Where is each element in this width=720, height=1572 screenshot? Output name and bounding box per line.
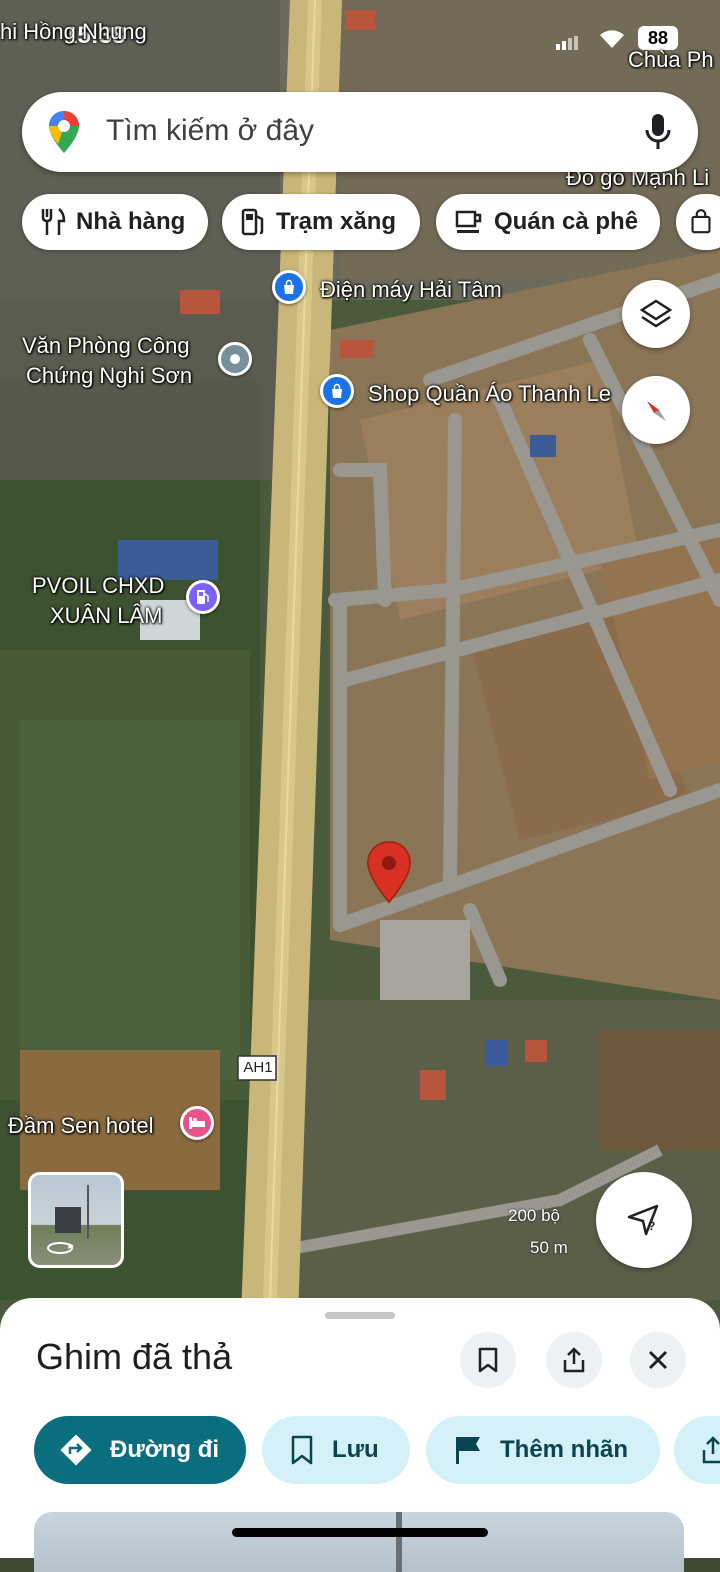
gas-station-poi-icon[interactable] [186, 580, 220, 614]
svg-text:?: ? [648, 1219, 655, 1233]
chip-gas-stations[interactable]: Trạm xăng [222, 194, 420, 250]
place-photo[interactable] [34, 1512, 684, 1572]
sheet-title: Ghim đã thả [36, 1336, 233, 1377]
search-input[interactable]: Tìm kiếm ở đây [106, 114, 314, 148]
sheet-drag-handle[interactable] [325, 1312, 395, 1319]
fork-knife-icon [41, 208, 66, 235]
search-bar[interactable]: Tìm kiếm ở đây [22, 92, 698, 172]
home-indicator [232, 1528, 488, 1537]
dropped-pin-icon[interactable] [366, 840, 412, 911]
share-action-icon [702, 1436, 720, 1464]
rotate-360-icon [45, 1241, 75, 1260]
directions-label: Đường đi [110, 1436, 220, 1463]
layers-button[interactable] [622, 280, 690, 348]
google-maps-logo-icon [48, 110, 80, 159]
chip-coffee[interactable]: Quán cà phê [436, 194, 660, 250]
share-button[interactable] [546, 1332, 602, 1388]
save-bookmark-icon [291, 1435, 313, 1465]
coffee-cup-icon [455, 210, 482, 233]
share-action-button[interactable] [674, 1416, 720, 1484]
share-icon [563, 1347, 585, 1373]
map-label-van-phong-1[interactable]: Văn Phòng Công [22, 332, 190, 360]
navigation-arrow-icon: ? [627, 1204, 659, 1236]
shopping-bag-icon [691, 209, 711, 234]
close-button[interactable] [630, 1332, 686, 1388]
bookmark-button[interactable] [460, 1332, 516, 1388]
compass-button[interactable] [622, 376, 690, 444]
map-label-pvoil-1[interactable]: PVOIL CHXD [32, 572, 164, 600]
gas-pump-icon [241, 208, 264, 236]
signal-icon [556, 36, 578, 55]
map-label-pvoil-2[interactable]: XUÂN LÂM [50, 602, 162, 630]
road-shield-label: AH1 [243, 1059, 273, 1076]
add-label-label: Thêm nhãn [500, 1436, 629, 1463]
shopping-poi-icon[interactable] [272, 270, 306, 304]
directions-icon [60, 1434, 92, 1466]
chip-restaurants[interactable]: Nhà hàng [22, 194, 208, 250]
save-button[interactable]: Lưu [262, 1416, 410, 1484]
scale-m: 50 m [530, 1238, 568, 1257]
map-label-top-right[interactable]: Chùa Ph [628, 46, 714, 74]
office-poi-icon[interactable] [218, 342, 252, 376]
close-icon [648, 1350, 668, 1370]
layers-icon [639, 299, 673, 328]
map-label-dien-may[interactable]: Điện máy Hải Tâm [320, 276, 502, 304]
shop-poi-icon[interactable] [320, 374, 354, 408]
chip-coffee-label: Quán cà phê [494, 208, 639, 235]
chip-restaurants-label: Nhà hàng [76, 208, 186, 235]
wifi-icon [598, 28, 626, 55]
flag-icon [456, 1437, 480, 1464]
map-label-van-phong-2[interactable]: Chứng Nghi Sơn [26, 362, 192, 390]
microphone-icon[interactable] [644, 112, 672, 157]
hotel-poi-icon[interactable] [180, 1106, 214, 1140]
battery-level: 88 [647, 28, 669, 48]
bookmark-icon [478, 1347, 498, 1373]
compass-icon [647, 401, 666, 421]
street-view-thumbnail[interactable] [28, 1172, 124, 1268]
map-label-hotel[interactable]: Đầm Sen hotel [8, 1112, 154, 1140]
chip-gas-stations-label: Trạm xăng [276, 208, 397, 235]
directions-button[interactable]: Đường đi [34, 1416, 246, 1484]
place-bottom-sheet[interactable]: Ghim đã thả Đường đi Lưu Thêm nhãn [0, 1298, 720, 1572]
add-label-button[interactable]: Thêm nhãn [426, 1416, 660, 1484]
scale-ft: 200 bộ [508, 1206, 560, 1225]
my-location-button[interactable]: ? [596, 1172, 692, 1268]
map-label-top-left[interactable]: hi Hồng Nhung [0, 18, 147, 46]
save-label: Lưu [332, 1436, 379, 1463]
map-label-shop[interactable]: Shop Quần Áo Thanh Le [368, 380, 611, 408]
